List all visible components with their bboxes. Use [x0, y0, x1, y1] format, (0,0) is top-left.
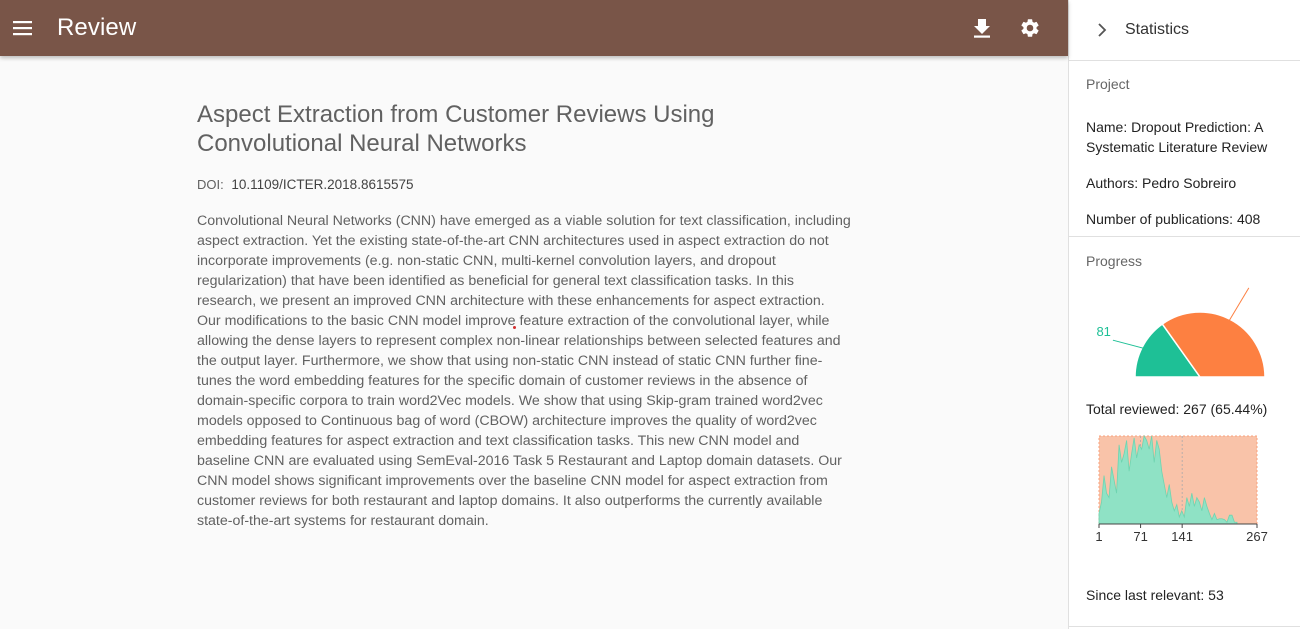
cursor-dot	[513, 326, 516, 329]
project-num-publications: Number of publications: 408	[1086, 211, 1261, 227]
collapse-statistics-button[interactable]	[1085, 13, 1119, 47]
area-chart-tick-label: 267	[1246, 529, 1268, 544]
download-icon	[974, 19, 990, 38]
pie-leader-0	[1112, 339, 1146, 350]
area-chart-tick-label: 71	[1133, 529, 1147, 544]
relevance-area-chart: 1 71 141 267	[1095, 434, 1268, 544]
statistics-title: Statistics	[1125, 21, 1190, 38]
download-button[interactable]	[958, 4, 1006, 52]
statistics-panel: Statistics Project Name: Dropout Predict…	[1068, 0, 1300, 629]
settings-button[interactable]	[1006, 4, 1054, 52]
total-reviewed: Total reviewed: 267 (65.44%)	[1086, 401, 1268, 417]
progress-section: Progress 81 186 Total reviewed: 267 (65.4…	[1069, 237, 1300, 627]
chevron-right-icon	[1098, 23, 1107, 37]
pie-leader-1	[1227, 287, 1250, 323]
project-heading: Project	[1086, 76, 1130, 92]
paper-view: Aspect Extraction from Customer Reviews …	[0, 56, 1068, 629]
app-bar: Review	[0, 0, 1068, 56]
project-name: Name: Dropout Prediction: A Systematic L…	[1086, 119, 1268, 155]
doi-label: DOI:	[197, 177, 224, 192]
gear-icon	[1021, 19, 1039, 37]
paper-abstract: Convolutional Neural Networks (CNN) have…	[197, 213, 851, 529]
doi-value[interactable]: 10.1109/ICTER.2018.8615575	[231, 177, 413, 192]
area-chart-tick-label: 141	[1171, 529, 1193, 544]
project-authors: Authors: Pedro Sobreiro	[1086, 175, 1237, 191]
app-title: Review	[57, 14, 137, 41]
progress-heading: Progress	[1086, 253, 1143, 269]
doi-row: DOI: 10.1109/ICTER.2018.8615575	[197, 177, 414, 192]
area-chart-tick-label: 1	[1095, 529, 1102, 544]
statistics-header: Statistics	[1069, 0, 1300, 61]
project-section: Project Name: Dropout Prediction: A Syst…	[1069, 61, 1300, 237]
panel-bottom-divider	[1069, 626, 1300, 627]
progress-half-pie-chart: 81 186	[1096, 285, 1273, 378]
pie-label-0: 81	[1096, 324, 1110, 339]
menu-icon	[13, 21, 32, 36]
since-last-relevant: Since last relevant: 53	[1086, 587, 1224, 603]
menu-button[interactable]	[1, 6, 45, 50]
paper-title: Aspect Extraction from Customer Reviews …	[197, 101, 715, 157]
pie-label-1: 186	[1251, 285, 1273, 287]
